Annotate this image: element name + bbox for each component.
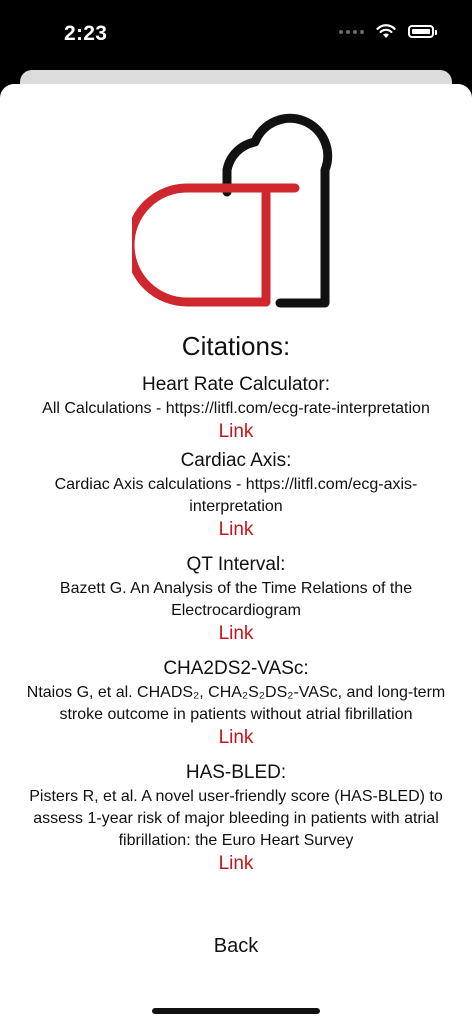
citation-text: All Calculations - https://litfl.com/ecg… bbox=[42, 400, 430, 417]
citation-link[interactable]: Link bbox=[0, 726, 472, 750]
citation-heading: Heart Rate Calculator: bbox=[142, 374, 330, 395]
citation-cardiac-axis: Cardiac Axis: Cardiac Axis calculations … bbox=[0, 448, 472, 542]
battery-icon bbox=[408, 25, 437, 38]
citation-link[interactable]: Link bbox=[0, 518, 472, 542]
page-title: Citations: bbox=[181, 331, 291, 361]
citation-text: Cardiac Axis calculations - https://litf… bbox=[54, 476, 418, 515]
citation-heading: CHA2DS2-VASc: bbox=[163, 658, 309, 679]
citation-text: Ntaios G, et al. CHADS₂, CHA₂S₂DS₂-VASc,… bbox=[26, 684, 446, 723]
citation-cha2ds2-vasc: CHA2DS2-VASc: Ntaios G, et al. CHADS₂, C… bbox=[0, 656, 472, 750]
app-logo-icon bbox=[132, 113, 333, 308]
citation-link[interactable]: Link bbox=[0, 420, 472, 444]
citation-qt-interval: QT Interval: Bazett G. An Analysis of th… bbox=[0, 552, 472, 646]
citation-link[interactable]: Link bbox=[0, 622, 472, 646]
wifi-icon bbox=[376, 24, 396, 38]
citation-link[interactable]: Link bbox=[0, 852, 472, 876]
status-icons bbox=[339, 24, 437, 39]
citation-text: Pisters R, et al. A novel user-friendly … bbox=[29, 788, 443, 849]
home-indicator[interactable] bbox=[152, 1008, 320, 1014]
citation-heading: HAS-BLED: bbox=[185, 762, 287, 783]
citation-heart-rate: Heart Rate Calculator: All Calculations … bbox=[0, 372, 472, 444]
citation-has-bled: HAS-BLED: Pisters R, et al. A novel user… bbox=[0, 760, 472, 876]
citation-heading: Cardiac Axis: bbox=[180, 450, 292, 471]
citation-text: Bazett G. An Analysis of the Time Relati… bbox=[59, 580, 413, 619]
back-button[interactable]: Back bbox=[0, 935, 472, 958]
citations-content: Citations: Heart Rate Calculator: All Ca… bbox=[0, 330, 472, 880]
signal-icon bbox=[339, 29, 364, 34]
status-time: 2:23 bbox=[64, 22, 108, 45]
citation-heading: QT Interval: bbox=[186, 554, 286, 575]
status-bar: 2:23 bbox=[0, 0, 472, 70]
